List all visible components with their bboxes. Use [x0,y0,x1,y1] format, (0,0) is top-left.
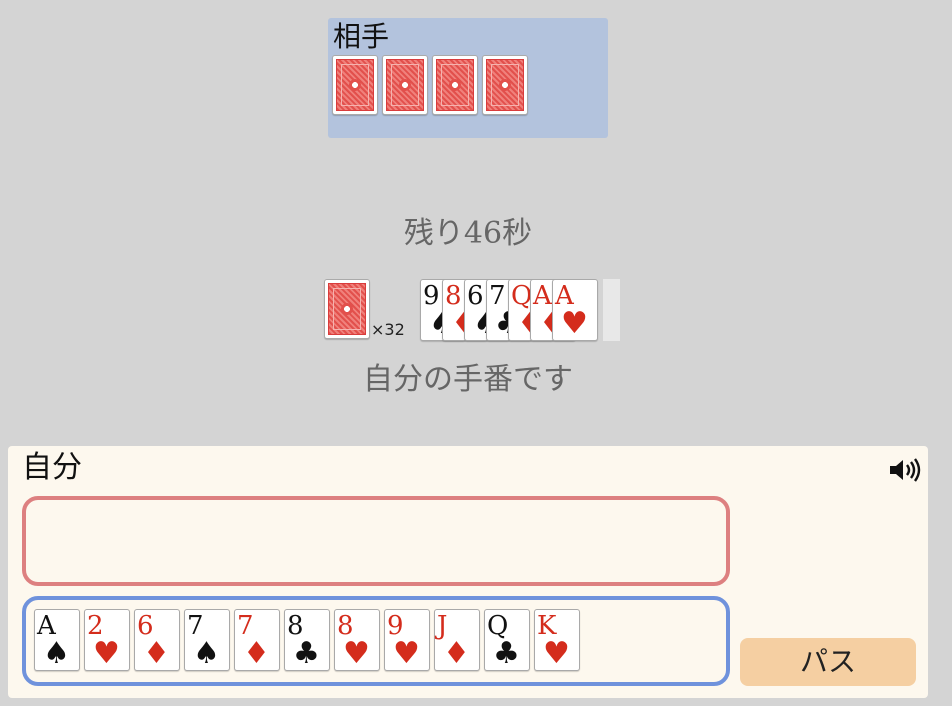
hand-card[interactable]: 7 ♠ [184,609,230,671]
timer-text: 残り46秒 [403,216,533,251]
hand-area: A ♠ 2 ♥ 6 ♦ 7 ♠ 7 ♦ 8 ♣ 8 ♥ 9 ♥ J ♦ Q ♣ K ♥ [22,596,730,686]
field-pile-edge [603,279,620,341]
play-area[interactable] [22,496,730,586]
speaker-volume-icon[interactable] [888,456,922,484]
self-panel: 自分 A ♠ 2 ♥ 6 ♦ 7 ♠ 7 ♦ 8 ♣ 8 ♥ 9 ♥ J ♦ Q ♣ K ♥ パス [8,446,928,698]
card-back [324,279,370,339]
hand-card[interactable]: 8 ♣ [284,609,330,671]
hand-card[interactable]: Q ♣ [484,609,530,671]
field-pile: 9♠8♦6♠7♣Q♦A♦A♥ [420,279,620,341]
hand-card[interactable]: J ♦ [434,609,480,671]
hand-card[interactable]: 7 ♦ [234,609,280,671]
card-suit-icon: ♣ [493,636,520,671]
opponent-label: 相手 [333,20,390,53]
hand-card[interactable]: 6 ♦ [134,609,180,671]
opponent-panel: 相手 [328,18,608,138]
deck-count: ×32 [371,320,405,339]
card-suit-icon: ♥ [343,636,370,671]
card-suit-icon: ♥ [561,306,588,341]
card-back [482,55,528,115]
pass-button[interactable]: パス [740,638,916,686]
card-back [432,55,478,115]
hand-card[interactable]: 9 ♥ [384,609,430,671]
card-suit-icon: ♠ [43,636,70,671]
card-suit-icon: ♣ [293,636,320,671]
self-label: 自分 [22,450,82,485]
hand-card[interactable]: 8 ♥ [334,609,380,671]
hand-card[interactable]: K ♥ [534,609,580,671]
card-suit-icon: ♥ [543,636,570,671]
card-suit-icon: ♦ [243,636,270,671]
turn-status: 自分の手番です [363,362,573,397]
card-suit-icon: ♦ [143,636,170,671]
hand-card[interactable]: 2 ♥ [84,609,130,671]
card-back [332,55,378,115]
field-card: A ♥ [552,279,598,341]
card-suit-icon: ♦ [443,636,470,671]
card-suit-icon: ♥ [93,636,120,671]
hand-card[interactable]: A ♠ [34,609,80,671]
card-suit-icon: ♠ [193,636,220,671]
card-back [382,55,428,115]
card-suit-icon: ♥ [393,636,420,671]
